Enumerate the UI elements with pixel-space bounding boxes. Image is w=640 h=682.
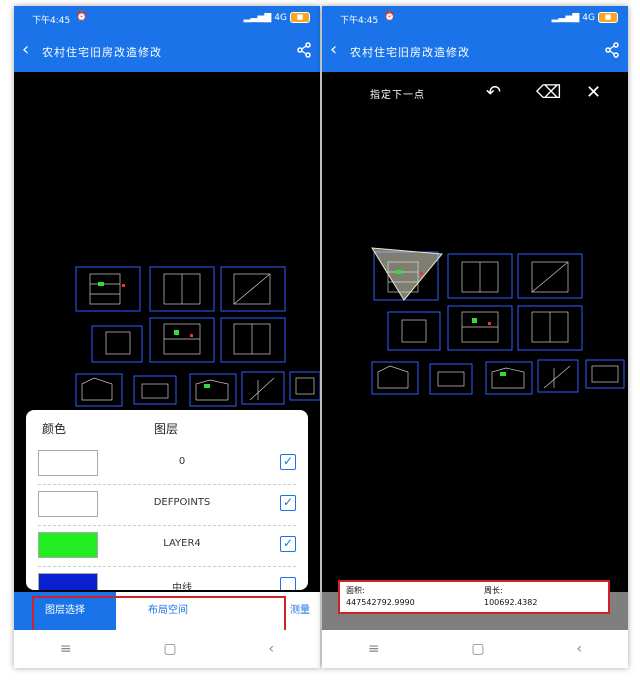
layer-row[interactable]: LAYER4 ✓ [38,526,296,567]
layer-visible-checkbox[interactable]: ✓ [280,454,296,470]
layer-name: 0 [178,456,186,467]
measure-result-panel: 面积: 447542792.9990 周长: 100692.4382 [340,582,608,612]
measure-hint: 指定下一点 [370,90,425,101]
layer-column-label: 图层 [154,422,179,436]
layer-visible-checkbox[interactable] [280,577,296,590]
network-label: 4G [274,12,287,23]
back-icon[interactable]: ‹ [330,40,337,60]
signal-icon: ▂▃▅▇ [551,12,580,23]
layer-color-swatch[interactable] [38,450,98,476]
status-bar: 下午4:45 ⏰ ▂▃▅▇ 4G ■ [14,6,320,30]
undo-icon[interactable]: ↶ [486,82,501,103]
back-nav-icon[interactable]: ‹ [268,641,274,657]
layer-row[interactable]: 0 ✓ [38,444,296,485]
layer-visible-checkbox[interactable]: ✓ [280,495,296,511]
page-title: 农村住宅旧房改造修改 [350,46,470,59]
layer-color-swatch[interactable] [38,532,98,558]
tab-measure[interactable]: 测量 [220,592,320,630]
eraser-icon[interactable]: ⌫ [536,82,561,103]
network-label: 4G [582,12,595,23]
perimeter-label: 周长: [484,586,503,595]
layer-row[interactable]: 中线 [38,567,296,590]
home-icon[interactable]: ▢ [163,641,176,657]
battery-icon: ■ [598,12,618,23]
system-nav-bar: ≡ ▢ ‹ [14,630,320,668]
layer-color-swatch[interactable] [38,491,98,517]
back-nav-icon[interactable]: ‹ [576,641,582,657]
bottom-tab-bar: 图层选择 布局空间 测量 [14,592,320,630]
layer-panel: 颜色 图层 0 ✓ DEFPOINTS ✓ LAYER4 ✓ 中线 [26,410,308,590]
share-icon[interactable] [296,42,312,62]
app-header: ‹ 农村住宅旧房改造修改 [14,30,320,72]
cad-drawing [371,247,625,395]
layer-name: LAYER4 [163,538,201,549]
back-icon[interactable]: ‹ [22,40,29,60]
alarm-icon: ⏰ [76,12,88,22]
layer-name: DEFPOINTS [153,497,211,508]
menu-icon[interactable]: ≡ [368,641,380,657]
layer-name: 中线 [172,583,192,590]
home-icon[interactable]: ▢ [471,641,484,657]
status-bar: 下午4:45 ⏰ ▂▃▅▇ 4G ■ [322,6,628,30]
color-column-label: 颜色 [42,422,67,436]
battery-icon: ■ [290,12,310,23]
tab-layer-select[interactable]: 图层选择 [14,592,116,630]
phone-screen-left: 下午4:45 ⏰ ▂▃▅▇ 4G ■ ‹ 农村住宅旧房改造修改 颜色 图层 0 … [14,6,320,668]
page-title: 农村住宅旧房改造修改 [42,46,162,59]
close-icon[interactable]: ✕ [586,82,601,103]
signal-icon: ▂▃▅▇ [243,12,272,23]
tab-layout-space[interactable]: 布局空间 [116,592,220,630]
status-time: 下午4:45 [32,16,71,26]
area-value: 447542792.9990 [346,598,415,607]
alarm-icon: ⏰ [384,12,396,22]
status-time: 下午4:45 [340,16,379,26]
phone-screen-right: 下午4:45 ⏰ ▂▃▅▇ 4G ■ ‹ 农村住宅旧房改造修改 指定下一点 ↶ … [322,6,628,668]
menu-icon[interactable]: ≡ [60,641,72,657]
share-icon[interactable] [604,42,620,62]
perimeter-value: 100692.4382 [484,598,538,607]
cad-drawing-canvas[interactable] [322,72,628,632]
layer-color-swatch[interactable] [38,573,98,590]
area-label: 面积: [346,586,365,595]
layer-visible-checkbox[interactable]: ✓ [280,536,296,552]
status-right: ▂▃▅▇ 4G ■ [552,12,618,23]
measure-toolbar: 指定下一点 ↶ ⌫ ✕ [322,72,628,112]
system-nav-bar: ≡ ▢ ‹ [322,630,628,668]
layer-row[interactable]: DEFPOINTS ✓ [38,485,296,526]
status-right: ▂▃▅▇ 4G ■ [244,12,310,23]
layer-panel-header: 颜色 图层 [26,410,308,444]
app-header: ‹ 农村住宅旧房改造修改 [322,30,628,72]
